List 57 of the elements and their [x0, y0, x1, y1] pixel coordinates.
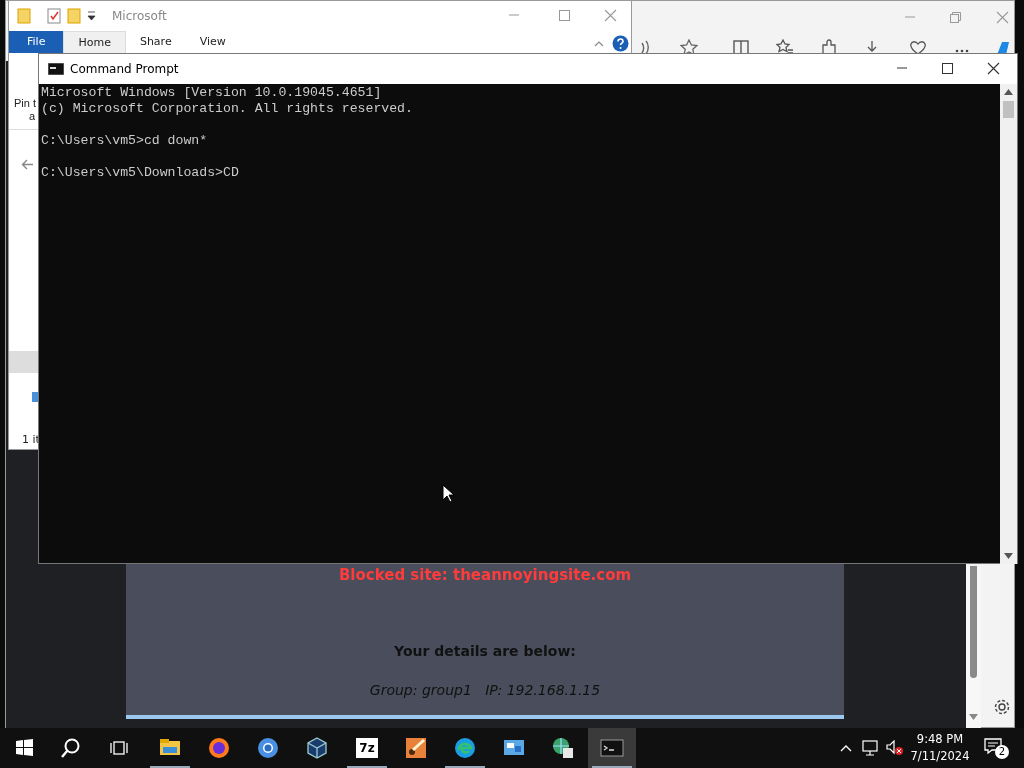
windows-start-icon[interactable] — [16, 739, 33, 756]
ribbon-tab[interactable]: Home — [63, 31, 126, 53]
scrollbar[interactable] — [1000, 84, 1017, 564]
ribbon-tab[interactable]: View — [185, 31, 240, 53]
nav-text: Pin t — [14, 97, 36, 110]
scroll-down-icon[interactable] — [969, 714, 978, 720]
collapse-ribbon-icon[interactable] — [594, 40, 604, 47]
notification-count: 2 — [995, 745, 1009, 759]
scrollbar-thumb[interactable] — [970, 566, 977, 678]
firefox-icon — [207, 736, 231, 760]
dropdown-icon[interactable] — [87, 11, 96, 21]
blocked-message: Blocked site: theannoyingsite.com — [338, 567, 632, 583]
edge-icon — [453, 736, 477, 760]
scroll-up-icon[interactable] — [1004, 89, 1013, 95]
network-globe-icon — [551, 736, 575, 760]
maximize-button[interactable] — [940, 62, 954, 75]
scrollbar-thumb[interactable] — [1003, 101, 1014, 118]
favorites-icon[interactable] — [776, 39, 794, 56]
scroll-band — [9, 351, 39, 373]
window-title: Command Prompt — [70, 61, 179, 78]
search-icon[interactable] — [61, 738, 81, 758]
taskbar-app-button[interactable] — [588, 728, 636, 768]
restore-button[interactable] — [948, 11, 962, 24]
window-title: Microsoft — [112, 8, 167, 25]
scroll-down-icon[interactable] — [1004, 553, 1013, 559]
ribbon-tab[interactable]: Share — [125, 31, 186, 53]
cube-icon — [305, 736, 329, 760]
split-screen-icon[interactable] — [732, 39, 750, 56]
file-menu-button[interactable]: File — [9, 31, 64, 53]
details-text: Group: group1 IP: 192.168.1.15 — [369, 681, 601, 700]
scrollbar[interactable] — [966, 566, 981, 728]
network-icon[interactable] — [862, 740, 880, 756]
notifications-button[interactable]: 2 — [982, 736, 1010, 762]
folder-icon — [17, 8, 31, 24]
settings-icon[interactable] — [993, 698, 1011, 716]
help-icon[interactable] — [612, 35, 629, 52]
console-line: (c) Microsoft Corporation. All rights reserved. — [41, 101, 414, 117]
console-line: C:\Users\vm5>cd down* — [41, 133, 209, 149]
taskbar-app-button[interactable]: 7z — [343, 728, 391, 768]
terminal-icon — [48, 63, 64, 75]
details-heading: Your details are below: — [394, 642, 576, 661]
console-line: C:\Users\vm5\Downloads>CD — [41, 165, 240, 181]
close-button[interactable] — [986, 62, 1000, 75]
volume-muted-icon[interactable] — [886, 740, 904, 756]
browser-icon — [256, 736, 280, 760]
terminal-icon — [600, 736, 624, 760]
star-icon[interactable] — [680, 39, 698, 56]
cursor-icon — [442, 484, 454, 503]
back-icon[interactable] — [21, 159, 34, 170]
notification-icon — [984, 738, 1002, 754]
show-hidden-icons-icon[interactable] — [840, 744, 852, 752]
task-view-icon[interactable] — [110, 740, 128, 756]
properties-icon[interactable] — [47, 8, 61, 24]
nav-text: a — [29, 110, 36, 123]
paint-icon — [404, 736, 428, 760]
clock[interactable]: 9:48 PM 7/11/2024 — [905, 731, 975, 765]
console-line: Microsoft Windows [Version 10.0.19045.4651] — [41, 85, 383, 101]
